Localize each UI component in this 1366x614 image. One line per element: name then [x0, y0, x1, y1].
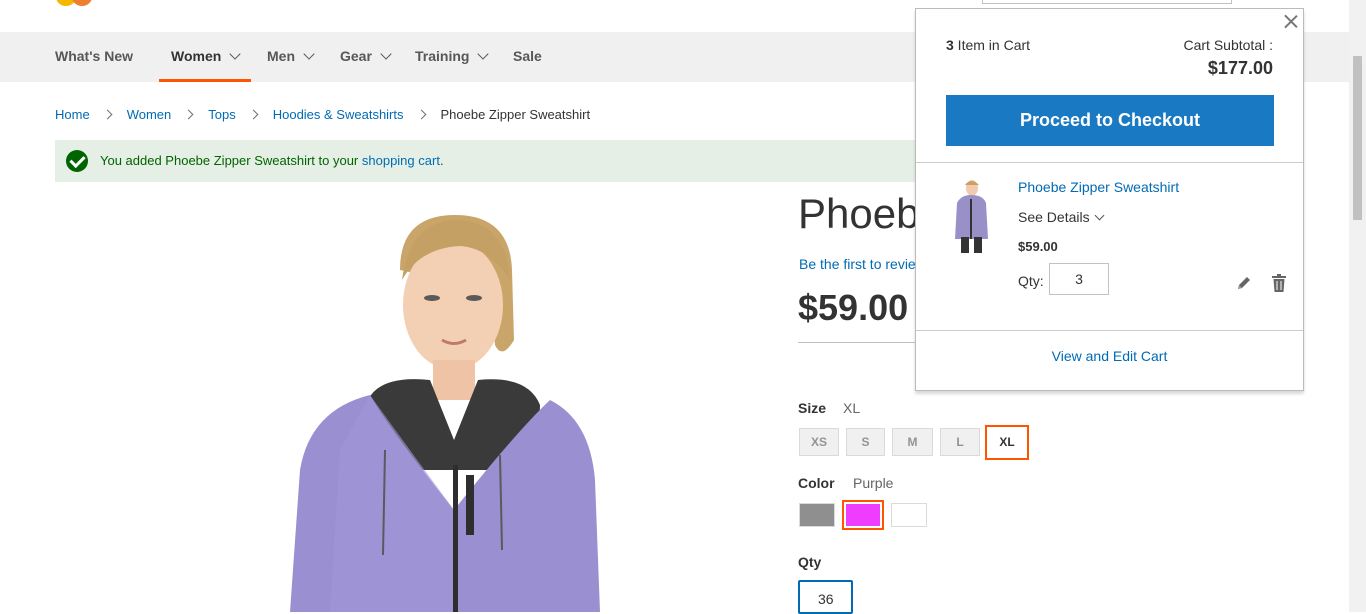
cart-item-count: 3 Item in Cart	[946, 37, 1031, 53]
chevron-down-icon	[1094, 210, 1105, 221]
breadcrumb-tops[interactable]: Tops	[208, 107, 235, 122]
size-option-xs[interactable]: XS	[799, 428, 839, 456]
divider	[916, 330, 1303, 331]
chevron-right-icon	[102, 109, 113, 120]
store-logo[interactable]	[52, 0, 100, 8]
size-option-s[interactable]: S	[846, 428, 885, 456]
size-selected-value: XL	[843, 400, 861, 416]
chevron-down-icon	[477, 48, 490, 60]
color-selected-value: Purple	[853, 475, 894, 491]
breadcrumb-current: Phoebe Zipper Sweatshirt	[440, 107, 591, 122]
scrollbar-thumb[interactable]	[1353, 56, 1362, 220]
nav-item-training[interactable]: Training	[415, 32, 490, 82]
see-details-toggle[interactable]: See Details	[1018, 209, 1105, 225]
color-label: Color	[798, 475, 835, 491]
breadcrumb-hoodies[interactable]: Hoodies & Sweatshirts	[273, 107, 404, 122]
cart-item-name[interactable]: Phoebe Zipper Sweatshirt	[1018, 179, 1179, 195]
nav-item-men[interactable]: Men	[267, 32, 315, 82]
cart-item-thumbnail[interactable]	[951, 179, 991, 255]
trash-icon[interactable]	[1271, 273, 1287, 293]
success-message: You added Phoebe Zipper Sweatshirt to yo…	[55, 140, 955, 182]
message-suffix: .	[439, 153, 444, 168]
chevron-down-icon	[229, 48, 241, 60]
size-option-m[interactable]: M	[892, 428, 933, 456]
size-option-xl[interactable]: XL	[985, 425, 1029, 460]
size-label: Size	[798, 400, 827, 416]
cart-subtotal-value: $177.00	[1207, 58, 1273, 78]
color-swatch-white[interactable]	[891, 503, 927, 527]
size-option-l[interactable]: L	[940, 428, 980, 456]
shopping-cart-link[interactable]: shopping cart	[362, 153, 440, 168]
cart-item-qty-label: Qty:	[1018, 273, 1044, 289]
color-swatch-purple[interactable]	[842, 500, 884, 530]
nav-item-gear[interactable]: Gear	[340, 32, 392, 82]
nav-item-women[interactable]: Women	[159, 32, 252, 82]
product-image[interactable]	[270, 210, 610, 612]
nav-item-whats-new[interactable]: What's New	[55, 32, 133, 82]
cart-item-qty-input[interactable]: 3	[1049, 263, 1109, 295]
message-text: You added Phoebe Zipper Sweatshirt to yo…	[100, 153, 362, 168]
color-swatch-gray[interactable]	[799, 503, 835, 527]
breadcrumb-women[interactable]: Women	[127, 107, 172, 122]
product-price: $59.00	[798, 287, 909, 328]
chevron-right-icon	[416, 109, 426, 120]
search-input[interactable]	[982, 0, 1232, 4]
qty-label: Qty	[798, 554, 822, 570]
proceed-to-checkout-button[interactable]: Proceed to Checkout	[946, 95, 1274, 146]
minicart-dropdown: 3 Item in Cart Cart Subtotal : $177.00 P…	[915, 8, 1304, 391]
breadcrumb-home[interactable]: Home	[55, 107, 90, 122]
cart-subtotal-label: Cart Subtotal :	[1183, 37, 1274, 53]
pencil-icon[interactable]	[1236, 275, 1252, 291]
checkmark-icon	[66, 150, 88, 172]
page-scrollbar[interactable]	[1349, 0, 1366, 612]
nav-item-sale[interactable]: Sale	[513, 32, 542, 82]
cart-item-price: $59.00	[1018, 239, 1058, 254]
chevron-down-icon	[380, 48, 392, 60]
breadcrumb: Home Women Tops Hoodies & Sweatshirts Ph…	[55, 107, 590, 122]
close-icon[interactable]	[1283, 13, 1299, 29]
divider	[798, 342, 918, 343]
divider	[916, 162, 1303, 163]
chevron-down-icon	[303, 48, 315, 60]
qty-input[interactable]: 36	[798, 580, 853, 614]
chevron-right-icon	[248, 109, 259, 120]
view-edit-cart-link[interactable]: View and Edit Cart	[916, 348, 1303, 364]
chevron-right-icon	[183, 109, 194, 120]
